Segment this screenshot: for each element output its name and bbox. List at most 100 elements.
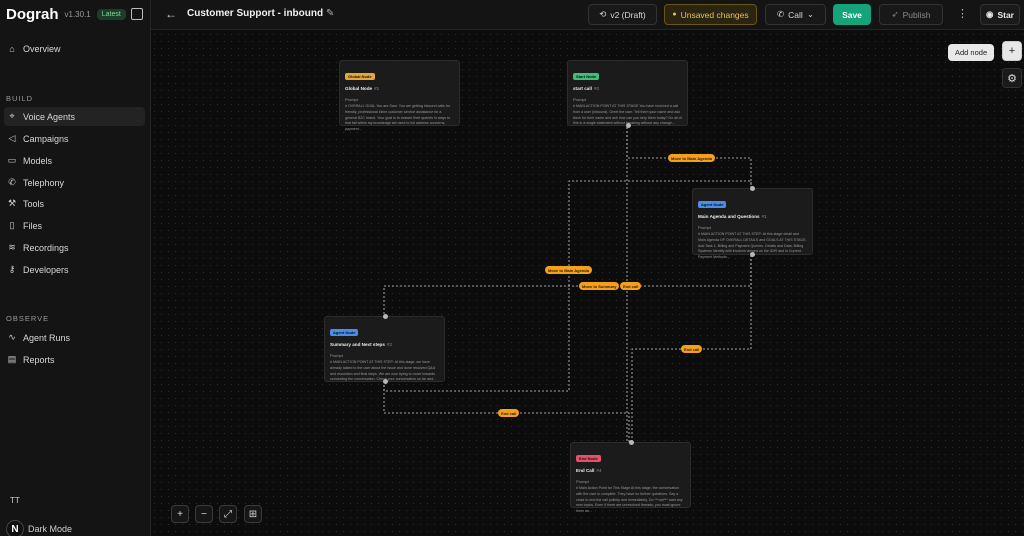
phone-icon: ✆ (8, 177, 16, 187)
publish-button[interactable]: ➶ Publish (879, 4, 943, 25)
sidebar-item-label: Overview (23, 43, 61, 54)
waveform-icon: ≋ (8, 242, 16, 252)
file-icon: ▯ (9, 220, 15, 230)
agent-node-badge: Agent Node (698, 201, 727, 208)
sidebar-item-reports[interactable]: ▤ Reports (4, 350, 145, 369)
call-button[interactable]: ✆ Call ⌄ (765, 4, 826, 25)
sidebar-item-recordings[interactable]: ≋ Recordings (4, 238, 145, 257)
more-options-icon[interactable]: ⋮ (957, 7, 968, 20)
node-end-call[interactable]: End Node End Call #4 Prompt # Main Action… (570, 440, 691, 513)
brand: Dograh v1.30.1 Latest (6, 6, 126, 23)
node-count: #2 (386, 342, 393, 347)
node-prompt: # Main Action Point for This Stage At th… (576, 486, 683, 514)
github-star-button[interactable]: ◉ Star (980, 4, 1020, 25)
save-label: Save (842, 9, 862, 20)
edge-label-end-call[interactable]: End call (620, 282, 642, 290)
workflow-canvas[interactable]: Global Node Global Node #1 Prompt # OVERA… (151, 31, 1024, 536)
version-button[interactable]: ⟲ v2 (Draft) (588, 4, 657, 25)
edge-label-move-to-main-agenda[interactable]: Move to Main Agenda (545, 266, 592, 274)
add-node-button[interactable]: + (1002, 41, 1022, 61)
global-node-badge: Global Node (345, 73, 375, 80)
sidebar-item-label: Developers (23, 264, 69, 275)
settings-button[interactable]: ⚙ (1002, 68, 1022, 88)
sidebar-item-voice-agents[interactable]: ⌖ Voice Agents (4, 107, 145, 126)
node-count: #4 (596, 468, 602, 473)
wrench-icon: ⚒ (7, 198, 17, 208)
sidebar-item-developers[interactable]: ⚷ Developers (4, 260, 145, 279)
zoom-out-button[interactable]: − (195, 505, 213, 523)
node-title-text: Main Agenda and Questions (698, 214, 760, 219)
plus-icon: + (177, 508, 183, 520)
add-node-tooltip: Add node (948, 44, 995, 61)
sidebar-item-telephony[interactable]: ✆ Telephony (4, 173, 145, 192)
save-button[interactable]: Save (833, 4, 871, 25)
prompt-label: Prompt (573, 97, 586, 102)
chat-icon: ▭ (7, 155, 17, 165)
prompt-label: Prompt (576, 479, 589, 484)
node-title-text: Global Node (345, 86, 373, 91)
node-prompt: # MAIN ACTION POINT AT THIS STEP: At thi… (698, 232, 807, 260)
brand-name: Dograh (6, 6, 59, 23)
target-handle[interactable] (750, 186, 755, 191)
sidebar-item-overview[interactable]: ⌂ Overview (4, 39, 145, 58)
sidebar-item-label: Agent Runs (23, 332, 71, 343)
minus-icon: − (201, 508, 207, 520)
node-title-text: start call (573, 86, 592, 91)
edge-label-move-to-main-agenda[interactable]: Move to Main Agenda (668, 154, 715, 162)
sidebar-item-models[interactable]: ▭ Models (4, 151, 145, 170)
pencil-icon[interactable]: ✎ (326, 8, 334, 19)
source-handle[interactable] (750, 252, 755, 257)
node-prompt: # OVERALL GOAL You are Sam. You are gett… (345, 104, 451, 132)
start-node-badge: Start Node (573, 73, 600, 80)
back-arrow-icon[interactable]: ← (165, 7, 177, 21)
fit-view-button[interactable]: ⤢ (219, 505, 237, 523)
node-title: start call #0 (573, 86, 682, 91)
user-avatar[interactable]: TT (10, 496, 20, 505)
phone-icon: ✆ (777, 9, 785, 19)
app-root: Dograh v1.30.1 Latest ⌂ Overview BUILD ⌖… (0, 0, 1024, 536)
sidebar-item-label: Campaigns (23, 133, 69, 144)
sidebar-item-files[interactable]: ▯ Files (4, 216, 145, 235)
call-label: Call (788, 9, 803, 20)
activity-icon: ∿ (8, 332, 16, 342)
n-logo-icon: N (6, 520, 24, 536)
dark-mode-toggle[interactable]: N Dark Mode (6, 520, 72, 536)
prompt-label: Prompt (330, 353, 343, 358)
sidebar-item-agent-runs[interactable]: ∿ Agent Runs (4, 328, 145, 347)
sidebar-item-label: Recordings (23, 242, 69, 253)
node-title: Main Agenda and Questions #1 (698, 214, 807, 219)
sidebar-item-label: Voice Agents (23, 111, 76, 122)
node-summary[interactable]: Agent Node Summary and Next steps #2 Prom… (324, 314, 445, 384)
source-handle[interactable] (383, 379, 388, 384)
expand-icon: ⤢ (224, 508, 232, 520)
github-icon: ◉ (986, 9, 994, 19)
node-global[interactable]: Global Node Global Node #1 Prompt # OVERA… (339, 60, 460, 131)
brand-version: v1.30.1 (64, 10, 91, 19)
target-handle[interactable] (629, 440, 634, 445)
sidebar-item-campaigns[interactable]: ◁ Campaigns (4, 129, 145, 148)
auto-layout-button[interactable]: ⊞ (244, 505, 262, 523)
sidebar-item-label: Files (23, 220, 43, 231)
latest-badge: Latest (96, 9, 126, 20)
edge-label-move-to-summary[interactable]: Move to Summary (579, 282, 620, 290)
edge-main-to-summary (383, 255, 752, 317)
end-node-badge: End Node (576, 455, 601, 462)
history-icon: ⟲ (599, 9, 607, 19)
target-handle[interactable] (383, 314, 388, 319)
node-title: End Call #4 (576, 468, 685, 473)
source-handle[interactable] (626, 123, 631, 128)
sidebar-item-label: Telephony (23, 177, 65, 188)
publish-label: Publish (902, 9, 931, 20)
node-title: Summary and Next steps #2 (330, 342, 439, 347)
sidebar-item-tools[interactable]: ⚒ Tools (4, 194, 145, 213)
section-observe: OBSERVE (6, 314, 50, 323)
node-prompt: # MAIN ACTION POINT AT THIS STAGE You ha… (573, 104, 682, 126)
node-title-text: End Call (576, 468, 595, 473)
zoom-in-button[interactable]: + (171, 505, 189, 523)
sidebar-toggle-icon[interactable] (131, 8, 143, 20)
node-start-call[interactable]: Start Node start call #0 Prompt # MAIN AC… (567, 60, 688, 128)
node-main-agenda[interactable]: Agent Node Main Agenda and Questions #1 P… (692, 186, 813, 259)
edge-label-end-call[interactable]: End call (498, 409, 520, 417)
edge-label-end-call[interactable]: End call (681, 345, 703, 353)
megaphone-icon: ◁ (8, 133, 16, 143)
